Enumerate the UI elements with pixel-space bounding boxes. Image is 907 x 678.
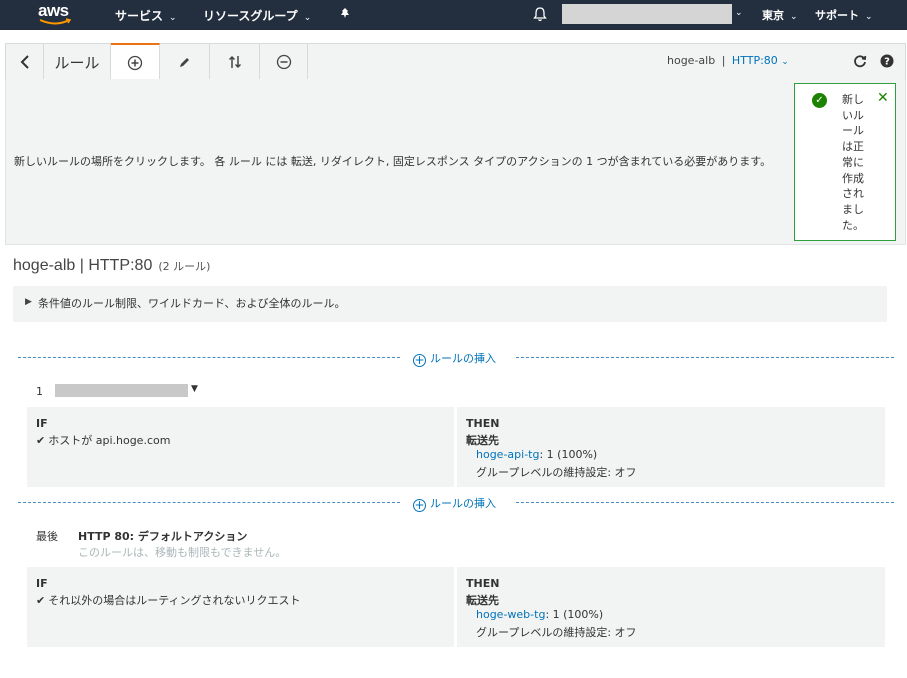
chevron-down-icon: ⌄ [790, 12, 798, 22]
insert-rule-button[interactable]: + ルールの挿入 [413, 495, 496, 512]
svg-text:?: ? [884, 57, 890, 68]
insert-rule-label: ルールの挿入 [430, 352, 496, 365]
insert-rule-divider: + ルールの挿入 [18, 350, 894, 367]
default-rule-position: 最後 [36, 530, 58, 543]
target-group-entry: hoge-api-tg: 1 (100%) [476, 448, 597, 461]
reorder-icon [228, 55, 241, 69]
rule-if-panel: IF ✔ ホストが api.hoge.com [27, 407, 454, 487]
then-label: THEN [466, 577, 500, 590]
default-rule-title: HTTP 80: デフォルトアクション [78, 530, 248, 543]
rule-number: 1 [36, 385, 43, 398]
account-menu-redacted[interactable] [562, 4, 732, 24]
resource-groups-label: リソースグループ [203, 9, 298, 23]
close-icon[interactable]: ✕ [877, 90, 889, 106]
top-navigation-bar: aws サービス ⌄ リソースグループ ⌄ ⌄ 東京 ⌄ サポート ⌄ [0, 0, 907, 30]
target-weight: : 1 (100%) [545, 608, 604, 621]
rule-limits-expander[interactable]: ▶ 条件値のルール制限、ワイルドカード、および全体のルール。 [13, 286, 887, 322]
delete-rule-tool-button[interactable] [260, 44, 308, 80]
edit-rule-tool-button[interactable] [160, 44, 210, 80]
services-label: サービス [115, 9, 164, 23]
insert-rule-label: ルールの挿入 [430, 497, 496, 510]
toast-message: 新しいルールは正常に作成されました。 [842, 93, 864, 232]
notification-bell-icon[interactable] [533, 6, 549, 22]
if-label: IF [36, 577, 48, 590]
rules-heading: hoge-alb | HTTP:80 (2 ルール) [13, 255, 210, 275]
target-weight: : 1 (100%) [539, 448, 598, 461]
checkmark-icon: ✔ [36, 594, 46, 607]
banner-message: 新しいルールの場所をクリックします。 各 ルール には 転送, リダイレクト, … [14, 155, 772, 168]
aws-smile-icon [39, 18, 72, 25]
support-menu[interactable]: サポート ⌄ [815, 7, 873, 23]
dashed-line [516, 502, 894, 503]
aws-logo-text: aws [38, 1, 69, 20]
listener-label: HTTP:80 [731, 54, 778, 67]
chevron-down-icon: ⌄ [781, 57, 789, 67]
help-button[interactable]: ? [880, 53, 894, 68]
target-group-link[interactable]: hoge-api-tg [476, 448, 539, 461]
info-banner: 新しいルールの場所をクリックします。 各 ルール には 転送, リダイレクト, … [5, 79, 906, 245]
caret-down-icon[interactable]: ▼ [191, 384, 198, 394]
checkmark-icon: ✔ [36, 434, 46, 447]
listener-select[interactable]: HTTP:80 ⌄ [732, 54, 789, 67]
region-menu[interactable]: 東京 ⌄ [762, 7, 798, 23]
expander-label: 条件値のルール制限、ワイルドカード、および全体のルール。 [38, 297, 346, 310]
dashed-line [18, 357, 400, 358]
add-rule-tool-button[interactable] [111, 43, 160, 80]
chevron-down-icon: ⌄ [303, 13, 312, 23]
target-group-link[interactable]: hoge-web-tg [476, 608, 545, 621]
refresh-icon [854, 55, 867, 68]
stickiness-setting: グループレベルの維持設定: オフ [476, 466, 637, 479]
check-circle-icon: ✓ [812, 93, 827, 108]
then-label: THEN [466, 417, 500, 430]
reorder-rules-tool-button[interactable] [210, 44, 260, 80]
chevron-left-icon [20, 55, 29, 69]
chevron-down-icon: ⌄ [865, 12, 873, 22]
page-title: ルール [44, 44, 111, 80]
listener-breadcrumb: hoge-alb | HTTP:80 ⌄ [667, 54, 789, 67]
chevron-down-icon[interactable]: ⌄ [735, 8, 743, 18]
condition-text: それ以外の場合はルーティングされないリクエスト [48, 594, 301, 607]
rule-count: (2 ルール) [158, 260, 211, 273]
chevron-down-icon: ⌄ [169, 13, 177, 23]
resource-groups-menu[interactable]: リソースグループ ⌄ [203, 7, 311, 24]
plus-circle-icon: + [413, 498, 426, 512]
default-if-panel: IF ✔ それ以外の場合はルーティングされないリクエスト [27, 567, 454, 647]
region-label: 東京 [762, 9, 784, 22]
stickiness-setting: グループレベルの維持設定: オフ [476, 626, 637, 639]
support-label: サポート [815, 9, 859, 22]
add-icon [127, 55, 143, 70]
rule-select-redacted[interactable] [55, 384, 188, 397]
insert-rule-button[interactable]: + ルールの挿入 [413, 350, 496, 367]
heading-title: hoge-alb | HTTP:80 [13, 257, 153, 274]
aws-logo[interactable]: aws [38, 1, 74, 27]
breadcrumb-separator: | [721, 54, 726, 67]
rule-condition: ✔ ホストが api.hoge.com [36, 432, 170, 448]
pencil-icon [180, 57, 189, 67]
insert-rule-divider: + ルールの挿入 [18, 495, 894, 512]
plus-circle-icon: + [413, 353, 426, 367]
dashed-line [18, 502, 400, 503]
lb-name: hoge-alb [667, 54, 716, 67]
target-group-entry: hoge-web-tg: 1 (100%) [476, 608, 603, 621]
default-then-panel: THEN 転送先 hoge-web-tg: 1 (100%) グループレベルの維… [457, 567, 885, 647]
help-icon: ? [880, 54, 894, 68]
back-button[interactable] [6, 44, 44, 80]
success-toast: ✓ 新しいルールは正常に作成されました。 ✕ [794, 83, 896, 241]
rules-toolbar: ルール hoge-alb | HTTP:80 ⌄ ? [5, 43, 906, 80]
caret-right-icon: ▶ [25, 297, 32, 307]
pin-icon[interactable] [339, 7, 351, 22]
action-type: 転送先 [466, 434, 499, 447]
remove-icon [276, 54, 291, 70]
action-type: 転送先 [466, 594, 499, 607]
default-rule-note: このルールは、移動も制限もできません。 [78, 546, 287, 559]
services-menu[interactable]: サービス ⌄ [115, 7, 177, 24]
if-label: IF [36, 417, 48, 430]
condition-text: ホストが api.hoge.com [48, 434, 171, 447]
refresh-button[interactable] [853, 53, 867, 68]
dashed-line [516, 357, 894, 358]
rule-then-panel: THEN 転送先 hoge-api-tg: 1 (100%) グループレベルの維… [457, 407, 885, 487]
default-condition: ✔ それ以外の場合はルーティングされないリクエスト [36, 592, 301, 608]
